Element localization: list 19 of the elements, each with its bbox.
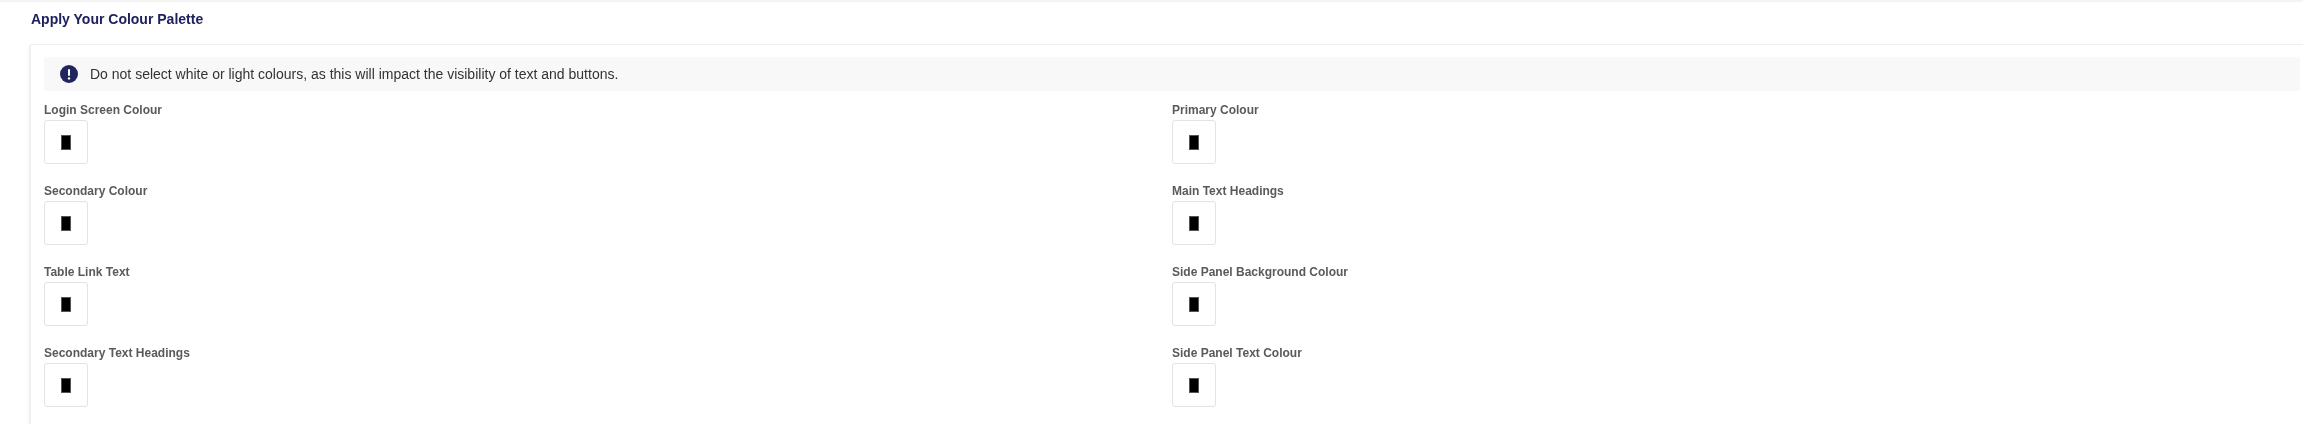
field-label: Login Screen Colour (44, 103, 162, 117)
field-label: Secondary Text Headings (44, 346, 190, 360)
section-title: Apply Your Colour Palette (30, 10, 204, 29)
field-label: Main Text Headings (1172, 184, 1284, 198)
warning-text: Do not select white or light colours, as this will impact the visibility of text and buttons. (90, 66, 619, 82)
exclamation-icon (60, 65, 78, 83)
field-label: Side Panel Background Colour (1172, 265, 1349, 279)
colour-picker[interactable] (44, 201, 88, 245)
field-label: Table Link Text (44, 265, 130, 279)
colour-picker[interactable] (1172, 201, 1216, 245)
colour-picker[interactable] (44, 282, 88, 326)
field-label: Primary Colour (1172, 103, 1259, 117)
colour-picker[interactable] (1172, 282, 1216, 326)
colour-picker[interactable] (44, 363, 88, 407)
colour-picker[interactable] (1172, 363, 1216, 407)
colour-picker[interactable] (44, 120, 88, 164)
colour-picker[interactable] (1172, 120, 1216, 164)
field-label: Side Panel Text Colour (1172, 346, 1302, 360)
field-label: Secondary Colour (44, 184, 148, 198)
